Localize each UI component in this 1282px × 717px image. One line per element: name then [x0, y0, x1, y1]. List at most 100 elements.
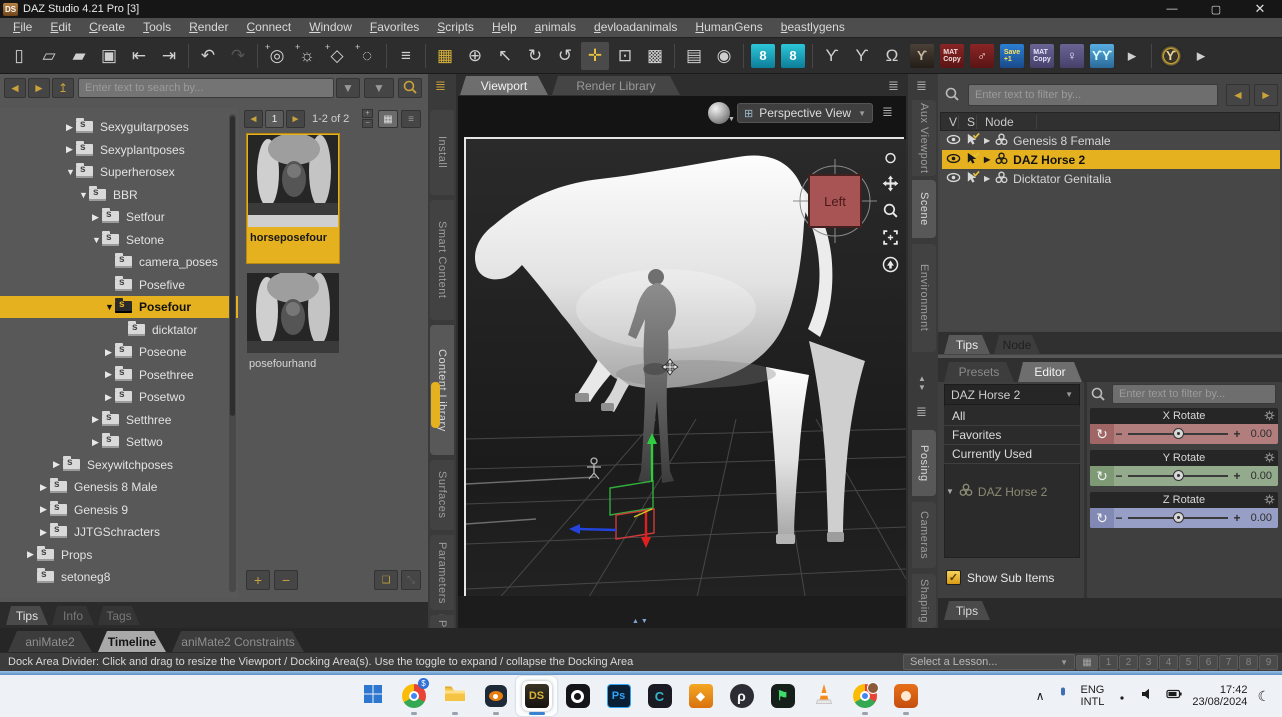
tree-item-superherosex[interactable]: ▼Superherosex	[0, 161, 238, 183]
add-category-button[interactable]: +	[246, 570, 270, 590]
minimize-button[interactable]: —	[1150, 0, 1194, 18]
info-tab-node[interactable]: Node	[994, 335, 1040, 354]
create-primitive-icon[interactable]: ◇+	[323, 42, 351, 70]
selectable-cursor-icon[interactable]	[965, 132, 980, 150]
node-expander-icon[interactable]: ▶	[984, 174, 990, 183]
drawstyle-sphere-icon[interactable]	[708, 102, 730, 124]
param-filter-mag[interactable]	[1090, 386, 1108, 404]
menu-item-create[interactable]: Create	[80, 18, 134, 37]
taskbar-app-file-explorer[interactable]	[434, 676, 475, 716]
menu-item-edit[interactable]: Edit	[41, 18, 80, 37]
mode-tab-presets[interactable]: Presets	[944, 362, 1014, 382]
overflow-arrow-icon[interactable]: ▸	[1118, 42, 1146, 70]
bottom-tab-animate2-constraints[interactable]: aniMate2 Constraints	[172, 631, 304, 652]
maximize-button[interactable]: ▢	[1194, 0, 1238, 18]
tree-item-settwo[interactable]: ▶Settwo	[0, 431, 238, 453]
slider-minus[interactable]: −	[1114, 469, 1124, 483]
lesson-play-icon[interactable]: ▦	[1076, 655, 1098, 670]
mat-copy-red-icon[interactable]: MATCopy	[938, 42, 966, 70]
rotate-tool-icon[interactable]: ↻	[521, 42, 549, 70]
night-mode-icon[interactable]: ☾	[1257, 688, 1270, 705]
scene-column-v[interactable]: V	[941, 115, 959, 129]
tree-item-genesis-9[interactable]: ▶Genesis 9	[0, 499, 238, 521]
taskbar-app-creative-cloud[interactable]: C	[639, 676, 680, 716]
scene-render[interactable]: Left	[466, 139, 906, 602]
scene-filter-mag[interactable]	[944, 86, 964, 106]
tree-item-sexyguitarposes[interactable]: ▶Sexyguitarposes	[0, 116, 238, 138]
visibility-eye-icon[interactable]	[942, 151, 961, 169]
right-tab-scene[interactable]: Scene	[912, 180, 936, 238]
tree-item-camera-poses[interactable]: camera_poses	[0, 251, 238, 273]
viewport-3d-area[interactable]: Left	[458, 96, 906, 596]
lesson-number-4[interactable]: 4	[1159, 655, 1178, 670]
params-tips-tab[interactable]: Tips	[944, 601, 990, 620]
node-selection-tool-icon[interactable]: ↖	[491, 42, 519, 70]
tree-item-setfour[interactable]: ▶Setfour	[0, 206, 238, 228]
save-last-icon[interactable]: ▰	[65, 42, 93, 70]
scale-tool-icon[interactable]: ⊡	[611, 42, 639, 70]
search-scope-dropdown[interactable]: ▼	[364, 78, 394, 98]
slider-plus[interactable]: +	[1232, 511, 1242, 525]
scene-back-button[interactable]: ◄	[1226, 84, 1250, 106]
tree-item-dicktator[interactable]: dicktator	[0, 319, 238, 341]
slider-handle[interactable]	[1173, 512, 1184, 523]
create-null-icon[interactable]: ◌+	[353, 42, 381, 70]
tree-expander-icon[interactable]: ▶	[92, 414, 102, 425]
gear-icon[interactable]	[1263, 451, 1276, 467]
taskbar-app-photoshop[interactable]: Ps	[598, 676, 639, 716]
right-strip-menu2-icon[interactable]: ≣	[916, 404, 927, 420]
menu-item-connect[interactable]: Connect	[237, 18, 300, 37]
tree-expander-icon[interactable]: ▶	[27, 549, 37, 560]
menu-item-animals[interactable]: animals	[526, 18, 585, 37]
right-strip-menu-icon[interactable]: ≣	[916, 78, 927, 94]
menu-item-devloadanimals[interactable]: devloadanimals	[585, 18, 686, 37]
spot-render-tool-icon[interactable]: ▤	[680, 42, 708, 70]
lesson-number-5[interactable]: 5	[1179, 655, 1198, 670]
grid-view-button[interactable]: ▦	[378, 110, 398, 128]
slider-minus[interactable]: −	[1114, 511, 1124, 525]
bust-preset-icon[interactable]: Ω	[878, 42, 906, 70]
viewport-pane-menu-icon[interactable]: ≣	[888, 78, 899, 94]
lesson-number-9[interactable]: 9	[1259, 655, 1278, 670]
right-tab-posing[interactable]: Posing	[912, 430, 936, 496]
left-tab-smart-content[interactable]: Smart Content	[430, 200, 454, 320]
node-expander-icon[interactable]: ▶	[984, 155, 990, 164]
visibility-eye-icon[interactable]	[942, 132, 961, 150]
viewport-tool-icon[interactable]: ⊕	[461, 42, 489, 70]
scene-node-dicktator-genitalia[interactable]: ▶Dicktator Genitalia	[942, 169, 1280, 188]
camera-view-selector[interactable]: ⊞ Perspective View ▼	[737, 103, 873, 123]
pane-menu-icon[interactable]: ≣	[435, 78, 446, 94]
search-input[interactable]	[78, 78, 334, 98]
tree-item-posefour[interactable]: ▼Posefour	[0, 296, 238, 318]
selectable-cursor-icon[interactable]	[965, 170, 980, 188]
universal-tool-icon[interactable]: ✛	[581, 42, 609, 70]
tree-item-setone[interactable]: ▼Setone	[0, 229, 238, 251]
tree-item-posefive[interactable]: Posefive	[0, 274, 238, 296]
right-tab-aux-viewport[interactable]: Aux Viewport	[912, 100, 936, 176]
pane-options-icon[interactable]: ≡	[392, 42, 420, 70]
page-next-button[interactable]: ►	[286, 110, 305, 128]
strip-arrows[interactable]: ▲▼	[918, 374, 926, 392]
tree-item-setoneg8[interactable]: setoneg8	[0, 566, 238, 588]
taskbar-app-chrome-profile[interactable]	[844, 676, 885, 716]
create-spotlight-icon[interactable]: ☼+	[293, 42, 321, 70]
slider-track[interactable]	[1128, 517, 1228, 519]
genesis8-female-icon[interactable]: 8	[749, 42, 777, 70]
tree-expander-icon[interactable]: ▶	[66, 122, 76, 133]
param-group-currently-used[interactable]: Currently Used	[944, 445, 1080, 464]
taskbar-app-f-app[interactable]: ⚑	[762, 676, 803, 716]
tree-expander-icon[interactable]: ▶	[66, 144, 76, 155]
slider-value[interactable]: 0.00	[1242, 428, 1278, 440]
list-view-button[interactable]: ≡	[401, 110, 421, 128]
import-icon[interactable]: ⇤	[125, 42, 153, 70]
taskbar-app-pureref[interactable]: ρ	[721, 676, 762, 716]
speaker-icon[interactable]	[1140, 686, 1156, 707]
menu-item-humangens[interactable]: HumanGens	[686, 18, 771, 37]
figure-male-icon[interactable]: ϒ	[848, 42, 876, 70]
avatar-preset-icon[interactable]: ϒ	[1157, 42, 1185, 70]
page-size-stepper[interactable]: + −	[362, 109, 373, 129]
taskbar-app-vlc[interactable]	[803, 676, 844, 716]
lesson-number-8[interactable]: 8	[1239, 655, 1258, 670]
left-tab-install[interactable]: Install	[430, 110, 454, 195]
dock-divider-handle[interactable]: ▲▼	[632, 618, 650, 625]
